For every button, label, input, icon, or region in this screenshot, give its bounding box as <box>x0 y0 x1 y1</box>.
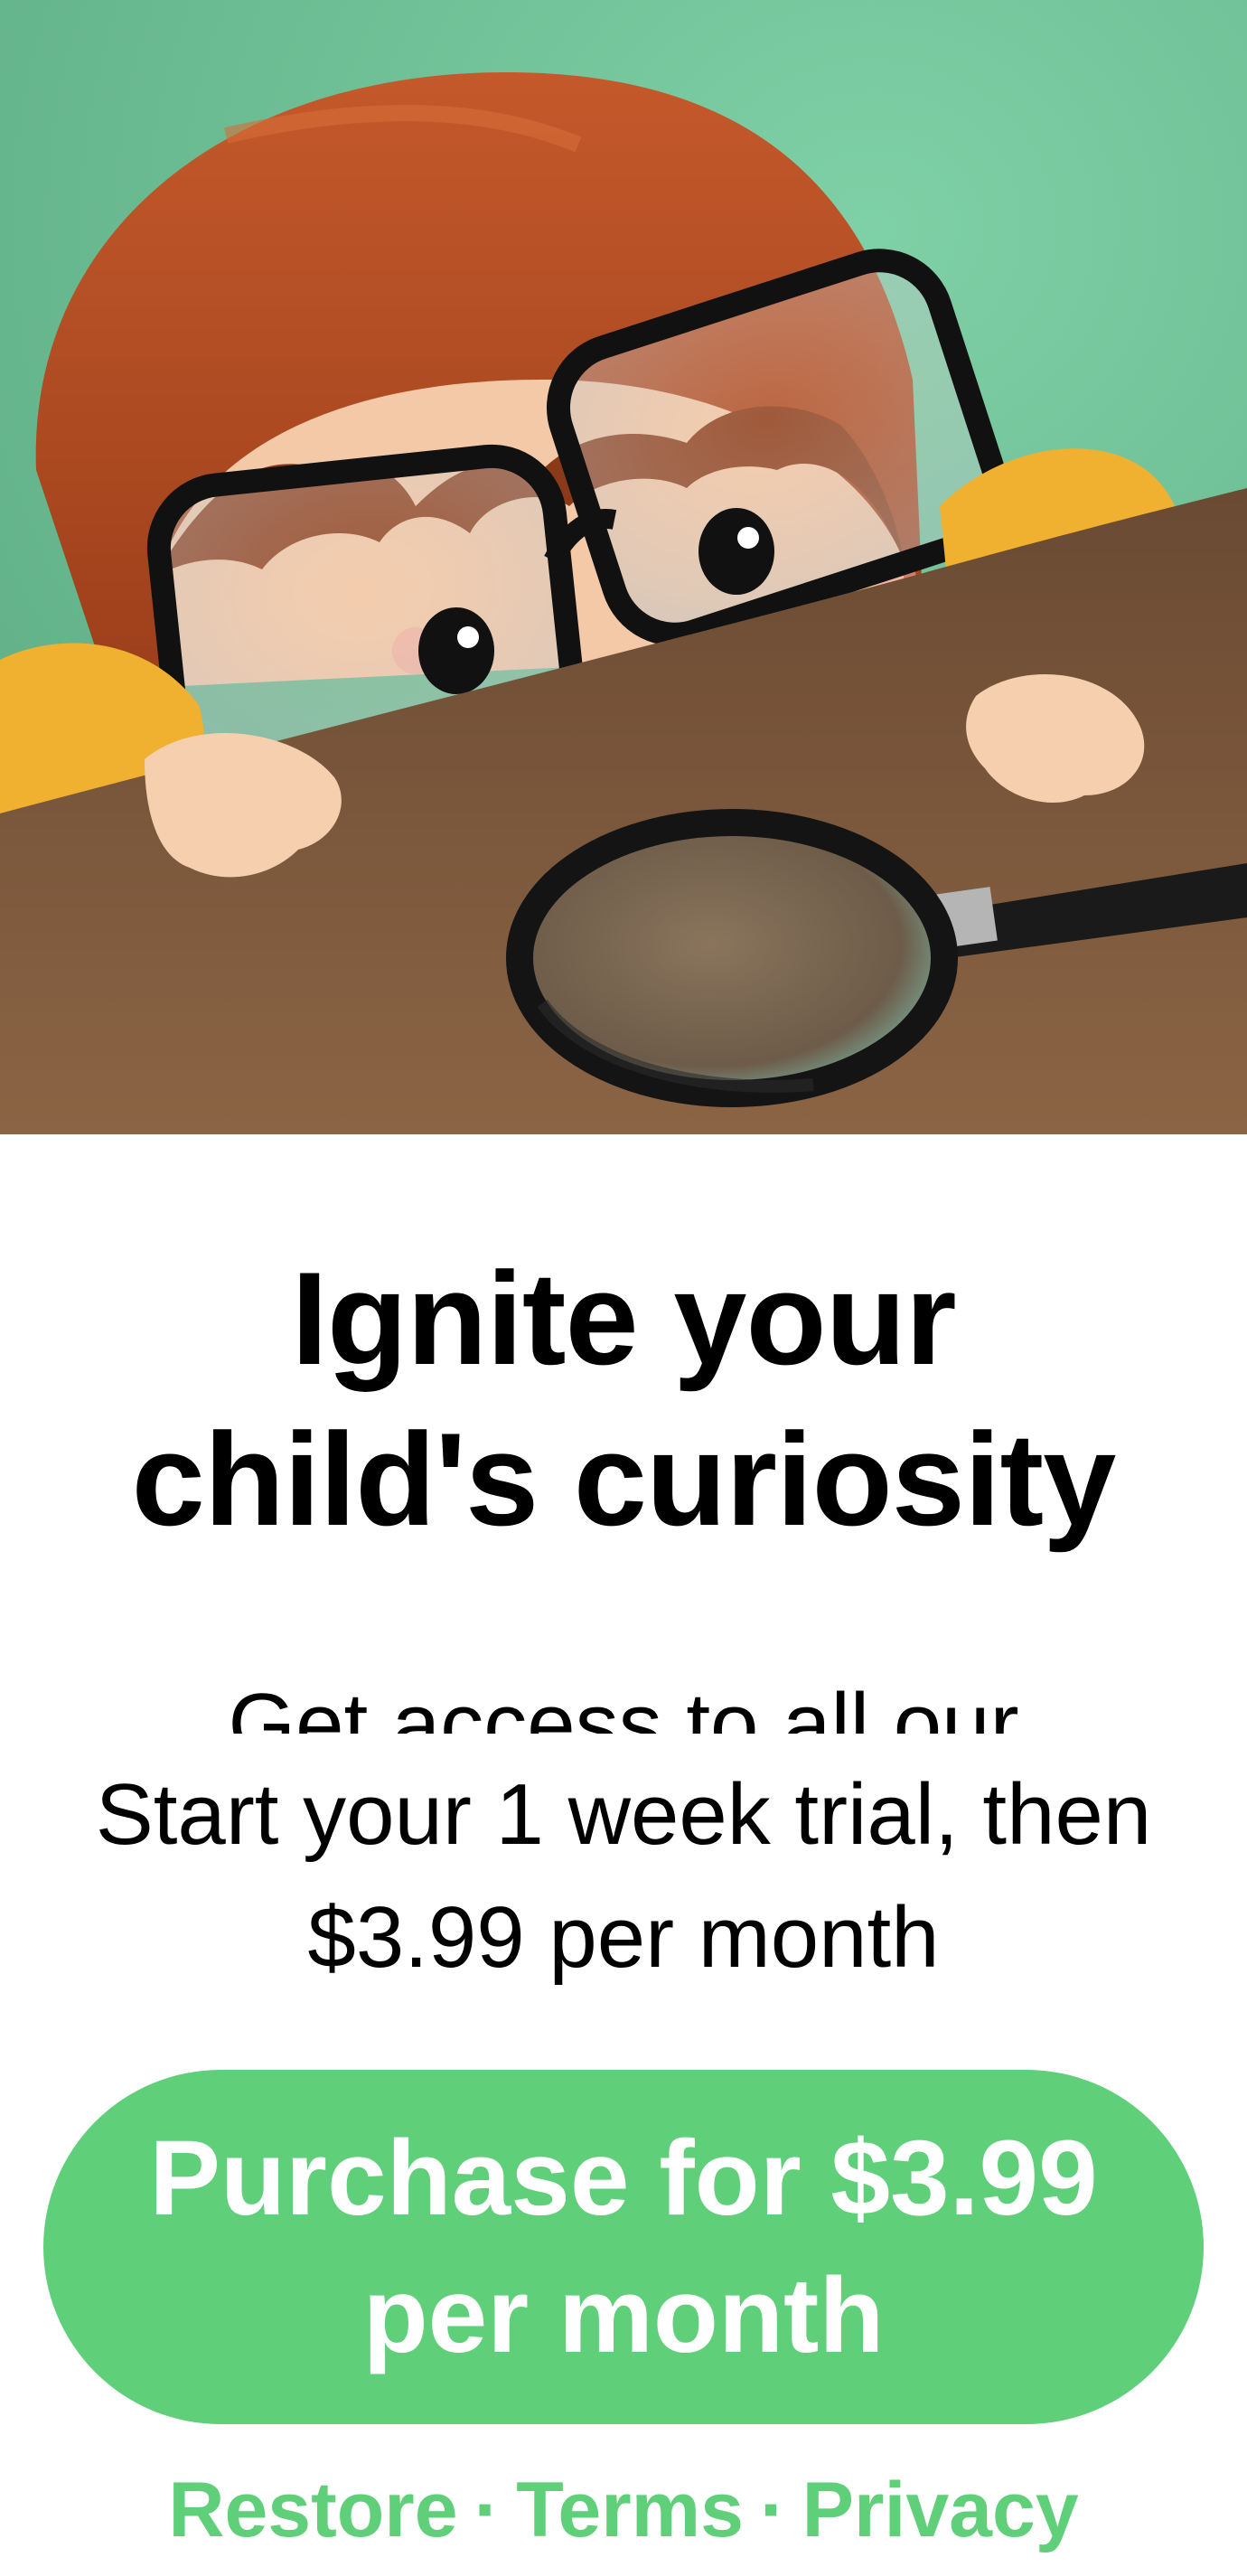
purchase-label-line-1: Purchase for $3.99 <box>149 2119 1098 2238</box>
terms-link[interactable]: Terms <box>516 2467 744 2553</box>
hero-illustration <box>0 0 1247 1134</box>
restore-link[interactable]: Restore <box>168 2467 457 2553</box>
subtitle-scroll-area[interactable]: Get access to all our <box>36 1652 1211 1734</box>
link-separator: · <box>473 2467 501 2553</box>
privacy-link[interactable]: Privacy <box>802 2467 1079 2553</box>
child-magnifier-illustration <box>0 0 1247 1134</box>
trial-line-2: $3.99 per month <box>307 1889 940 1986</box>
paywall-screen: Ignite your child's curiosity Get access… <box>0 0 1247 2576</box>
purchase-label-line-2: per month <box>362 2256 885 2375</box>
purchase-button[interactable]: Purchase for $3.99 per month <box>43 2070 1204 2424</box>
footer-links: Restore · Terms · Privacy <box>36 2460 1211 2560</box>
trial-info: Start your 1 week trial, then $3.99 per … <box>18 1753 1229 1999</box>
link-separator: · <box>759 2467 786 2553</box>
title-line-2: child's curiosity <box>131 1406 1117 1553</box>
trial-line-1: Start your 1 week trial, then <box>95 1766 1152 1863</box>
page-title: Ignite your child's curiosity <box>54 1238 1193 1560</box>
title-line-1: Ignite your <box>291 1245 956 1392</box>
subtitle-partial-text: Get access to all our <box>228 1676 1019 1734</box>
